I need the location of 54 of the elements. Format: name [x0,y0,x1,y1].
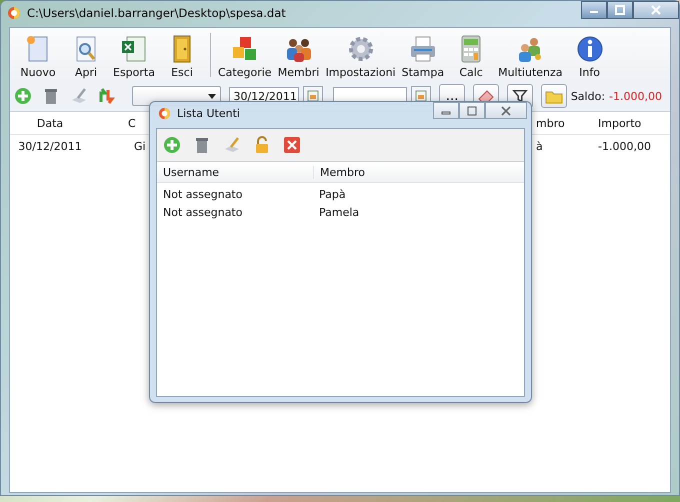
dropdown-caret-icon [208,94,216,98]
maximize-icon [467,106,477,116]
close-icon [501,106,511,116]
app-icon [158,106,171,120]
calendar-icon [415,90,428,102]
maximize-button[interactable] [459,102,485,119]
minimize-button[interactable] [433,102,459,119]
add-icon[interactable] [14,87,32,105]
list-cell[interactable]: Pamela [313,206,524,218]
trash-icon[interactable] [193,136,211,154]
edit-icon[interactable] [223,136,241,154]
column-header[interactable]: Data [10,116,90,130]
toolbar-button[interactable]: Membri [274,34,323,79]
edit-icon[interactable] [70,87,88,105]
column-header[interactable]: Membro [313,166,524,178]
folder-button[interactable] [540,84,567,108]
balance-value: -1.000,00 [609,90,662,102]
minimize-button[interactable] [581,1,607,19]
toolbar-button[interactable]: Apri [62,34,110,79]
table-cell: à [536,140,543,152]
dialog-title: Lista Utenti [177,106,240,120]
toolbar-button[interactable]: Multiutenza [495,34,566,79]
column-header[interactable]: Importo [590,116,670,130]
toolbar-button[interactable]: Nuovo [14,34,62,79]
list-cell[interactable]: Not assegnato [157,188,313,200]
toolbar-button[interactable]: Stampa [398,34,448,79]
list-cell[interactable]: Not assegnato [157,206,313,218]
calendar-icon [307,90,320,102]
toolbar-button[interactable]: Esporta [110,34,158,79]
table-cell: Gi [134,140,146,152]
toolbar-button[interactable]: Categorie [215,34,275,79]
table-cell-text: 30/12/2011 [17,140,83,152]
column-header[interactable]: mbro [536,116,565,130]
toolbar-button[interactable]: Impostazioni [322,34,399,79]
toolbar-button[interactable]: Calc [447,34,496,79]
maximize-icon [615,5,625,15]
window-title: C:\Users\daniel.barranger\Desktop\spesa.dat [27,6,286,20]
table-cell-text: -1.000,00 [597,140,652,152]
close-icon [651,5,661,15]
column-header[interactable]: Username [157,166,313,178]
toolbar-button[interactable]: Esci [158,34,206,79]
add-icon[interactable] [163,136,181,154]
padlock-icon[interactable] [253,136,271,154]
toolbar-button[interactable]: Info [566,34,614,79]
balance-label: Saldo: [570,90,606,102]
close-button[interactable] [633,1,679,19]
column-header[interactable]: C [128,116,136,130]
info-icon [574,34,605,64]
close-icon[interactable] [283,136,301,154]
filter-icon [512,88,528,104]
close-button[interactable] [485,102,527,119]
list-cell[interactable]: Papà [313,188,524,200]
app-icon [7,6,21,20]
maximize-button[interactable] [607,1,633,19]
